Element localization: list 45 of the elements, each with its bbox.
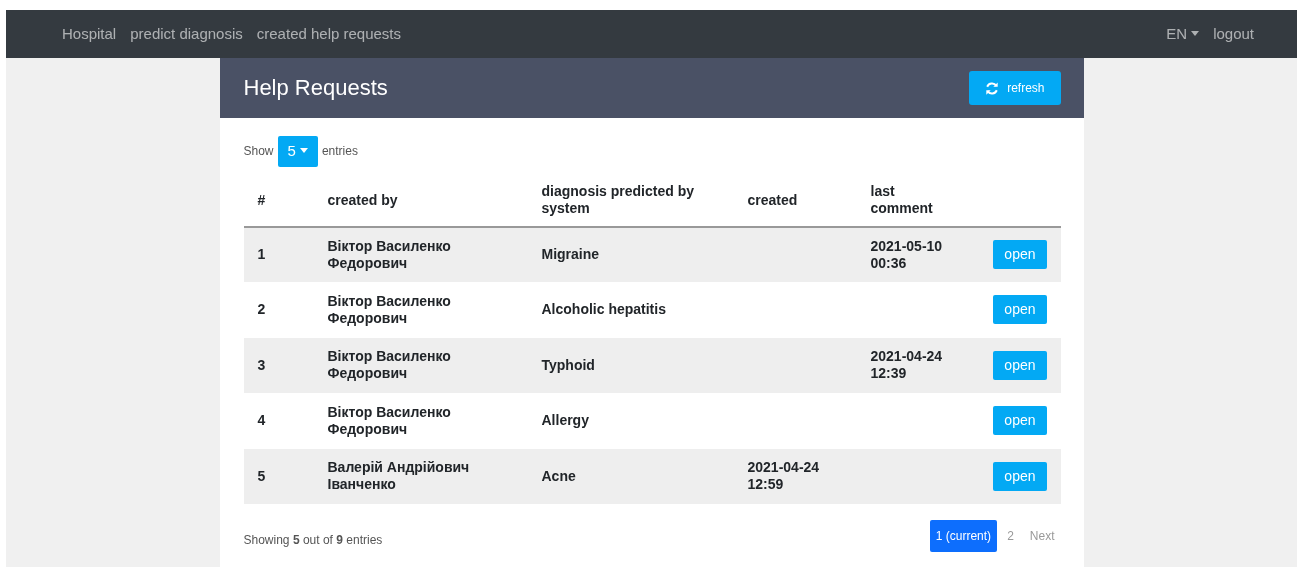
table-cell: Migraine	[527, 226, 734, 282]
table-cell: Typhoid	[527, 337, 734, 393]
table-cell: Allergy	[527, 393, 734, 449]
table-cell: 5	[243, 448, 314, 504]
next-link[interactable]: Next	[1023, 520, 1061, 552]
open-button[interactable]: open	[993, 461, 1047, 491]
table-cell: 2021-04-24 12:59	[733, 448, 857, 504]
table-cell: Віктор Василенко Федорович	[313, 282, 528, 338]
language-dropdown[interactable]: EN	[1159, 22, 1207, 46]
page-link[interactable]: 2	[1001, 520, 1020, 552]
nav-link[interactable]: predict diagnosis	[123, 22, 250, 46]
column-header: created by	[313, 174, 528, 227]
panel-title: Help Requests	[243, 74, 388, 102]
table-cell: 2021-05-10 00:36	[856, 226, 967, 282]
table-cell: Віктор Василенко Федорович	[313, 393, 528, 449]
entries-label: entries	[321, 143, 358, 161]
open-button[interactable]: open	[993, 240, 1047, 270]
nav-link[interactable]: created help requests	[249, 22, 409, 46]
open-button[interactable]: open	[993, 295, 1047, 325]
table-cell: 4	[243, 393, 314, 449]
table-cell: 2	[243, 282, 314, 338]
open-button[interactable]: open	[993, 350, 1047, 380]
brand-link[interactable]: Hospital	[55, 22, 124, 46]
table-cell: Віктор Василенко Федорович	[313, 337, 528, 393]
table-cell: Віктор Василенко Федорович	[313, 226, 528, 282]
table-cell: Alcoholic hepatitis	[527, 282, 734, 338]
caret-icon	[299, 148, 308, 153]
table-cell: 3	[243, 337, 314, 393]
show-label: Show	[243, 143, 274, 161]
open-button[interactable]: open	[993, 406, 1047, 436]
caret-icon	[1191, 30, 1200, 36]
table-cell: Acne	[527, 448, 734, 504]
column-header: #	[243, 174, 314, 227]
table-cell: Валерій Андрійович Іванченко	[313, 448, 528, 504]
table-cell: 2021-04-24 12:39	[856, 337, 967, 393]
entries-info: Showing 5 out of 9 entries	[243, 532, 383, 549]
page-size-dropdown[interactable]: 5	[277, 136, 318, 167]
page-link[interactable]: 1 (current)	[929, 520, 998, 552]
column-header: last comment	[856, 174, 967, 227]
refresh-icon	[985, 80, 1000, 96]
logout-link[interactable]: logout	[1206, 22, 1261, 46]
table-cell: 1	[243, 226, 314, 282]
column-header: diagnosis predicted by system	[527, 174, 734, 227]
column-header: created	[733, 174, 857, 227]
refresh-button[interactable]: refresh	[969, 71, 1061, 105]
